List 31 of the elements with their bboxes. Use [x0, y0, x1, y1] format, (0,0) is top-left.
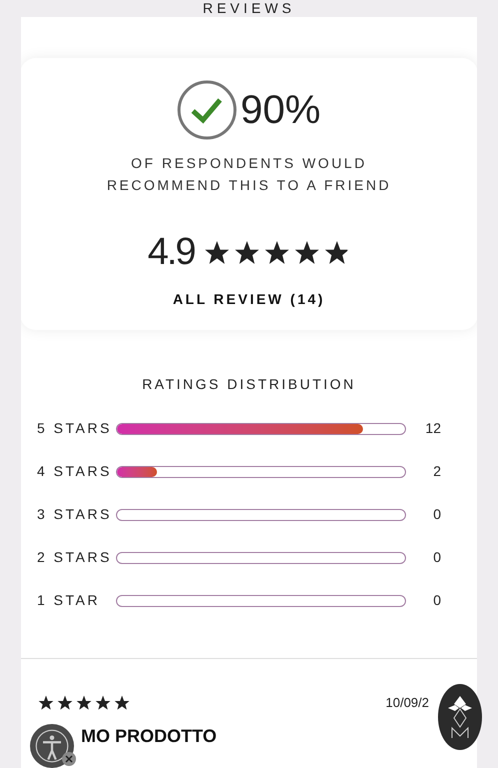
all-reviews-link[interactable]: ALL REVIEW (14): [172, 289, 326, 310]
section-title: REVIEWS: [202, 0, 296, 16]
rating-label: 5 STARS: [36, 419, 113, 438]
rating-count: 12: [424, 419, 442, 438]
rating-label: 3 STARS: [36, 505, 113, 524]
star-icon: [38, 694, 54, 711]
rating-label: 4 STARS: [36, 462, 113, 481]
star-icon: [294, 240, 320, 266]
star-icon: [264, 240, 290, 266]
average-rating: 4.9: [148, 230, 194, 275]
rating-count: 0: [432, 505, 442, 524]
star-icon: [204, 240, 230, 266]
check-circle-icon: [177, 80, 238, 140]
logo-icon: [446, 694, 474, 740]
star-icon: [95, 694, 111, 711]
rating-count: 0: [432, 548, 442, 567]
review-title: MO PRODOTTO: [81, 724, 217, 748]
recommend-percent: 90%: [240, 87, 321, 134]
distribution-title: RATINGS DISTRIBUTION: [142, 375, 356, 394]
rating-count: 2: [432, 462, 442, 481]
rating-label: 1 STAR: [36, 591, 101, 610]
star-icon: [114, 694, 130, 711]
accessibility-icon: [34, 728, 70, 764]
star-icon: [76, 694, 92, 711]
rating-label: 2 STARS: [36, 548, 113, 567]
review-date: 10/09/2: [386, 694, 429, 712]
star-icon: [57, 694, 73, 711]
star-icon: [234, 240, 260, 266]
rating-count: 0: [432, 591, 442, 610]
recommend-text: OF RESPONDENTS WOULD RECOMMEND THIS TO A FRIEND: [106, 154, 392, 195]
star-icon: [324, 240, 350, 266]
